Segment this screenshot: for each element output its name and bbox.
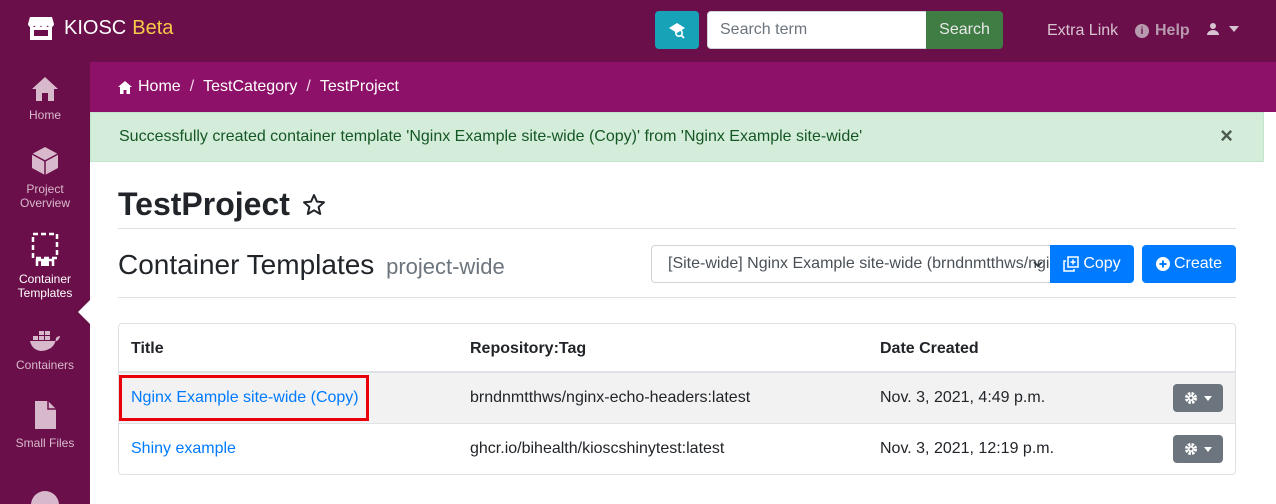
advanced-search-icon [669, 23, 685, 39]
template-title-link[interactable]: Nginx Example site-wide (Copy) [131, 389, 359, 407]
template-title-link[interactable]: Shiny example [131, 440, 236, 458]
sidebar-item-label: Project Overview [19, 182, 70, 210]
table-row: Nginx Example site-wide (Copy) brndnmtth… [119, 373, 1235, 424]
sidebar-item-label: Small Files [15, 436, 75, 450]
home-icon [118, 80, 132, 94]
caret-down-icon [1204, 395, 1212, 401]
template-date: Nov. 3, 2021, 12:19 p.m. [880, 440, 1055, 457]
alert-message: Successfully created container template … [119, 128, 863, 145]
sidebar-item-label: Home [28, 108, 61, 122]
breadcrumb-project: TestProject [319, 78, 399, 95]
search-button[interactable]: Search [926, 11, 1003, 49]
section-subtitle: project-wide [386, 254, 505, 279]
close-icon[interactable]: × [1220, 125, 1233, 147]
extra-link[interactable]: Extra Link [1047, 22, 1118, 40]
page-title: TestProject [118, 186, 326, 223]
create-button-label: Create [1173, 255, 1223, 272]
row-actions-button[interactable] [1173, 384, 1223, 412]
caret-down-icon [1204, 446, 1212, 452]
template-repo: brndnmtthws/nginx-echo-headers:latest [470, 389, 751, 406]
copy-button[interactable]: Copy [1050, 245, 1134, 283]
help-label: Help [1155, 22, 1190, 39]
docker-icon [30, 331, 60, 351]
file-icon [35, 401, 56, 429]
cube-icon [31, 147, 59, 175]
gear-icon [1185, 443, 1197, 455]
app-name: KIOSC [64, 16, 127, 39]
home-icon [32, 77, 58, 101]
template-select[interactable]: [Site-wide] Nginx Example site-wide (brn… [651, 245, 1051, 283]
plus-circle-icon [1155, 257, 1170, 271]
divider [118, 228, 1236, 229]
active-indicator [78, 299, 91, 325]
breadcrumb-home[interactable]: Home [138, 78, 181, 96]
copy-button-label: Copy [1083, 255, 1121, 272]
row-actions-button[interactable] [1173, 435, 1223, 463]
create-button[interactable]: Create [1142, 245, 1236, 283]
templates-table: Title Repository:Tag Date Created Nginx … [118, 323, 1236, 475]
template-date: Nov. 3, 2021, 4:49 p.m. [880, 389, 1046, 406]
column-date-created: Date Created [880, 340, 979, 357]
help-link[interactable]: i Help [1135, 22, 1190, 40]
brand[interactable]: KIOSC Beta [28, 14, 173, 42]
info-icon: i [1135, 24, 1149, 38]
sidebar-item-containers[interactable]: Containers [0, 328, 90, 372]
advanced-search-button[interactable] [655, 11, 699, 49]
breadcrumb-category[interactable]: TestCategory [203, 78, 297, 96]
star-icon[interactable] [302, 193, 326, 217]
breadcrumb: Home / TestCategory / TestProject [90, 62, 1276, 112]
breadcrumb-separator: / [189, 78, 195, 95]
sidebar-item-container-templates[interactable]: Container Templates [0, 232, 90, 300]
app-badge: Beta [132, 16, 174, 39]
chevron-down-icon [1033, 261, 1043, 268]
sidebar-item-small-files[interactable]: Small Files [0, 400, 90, 450]
template-repo: ghcr.io/bihealth/kioscshinytest:latest [470, 440, 725, 457]
caret-down-icon [1229, 26, 1239, 32]
column-repository: Repository:Tag [470, 340, 587, 357]
copy-icon [1063, 256, 1080, 272]
section-title: Container Templates project-wide [118, 249, 505, 281]
template-select-value: [Site-wide] Nginx Example site-wide (brn… [668, 255, 1050, 272]
table-row: Shiny example ghcr.io/bihealth/kioscshin… [119, 424, 1235, 474]
table-header: Title Repository:Tag Date Created [119, 324, 1235, 373]
store-icon [28, 17, 54, 40]
breadcrumb-separator: / [306, 78, 311, 95]
divider [118, 297, 1236, 298]
section-title-text: Container Templates [118, 249, 375, 280]
project-title: TestProject [118, 186, 290, 222]
user-menu[interactable] [1206, 22, 1239, 36]
sidebar-item-project-overview[interactable]: Project Overview [0, 146, 90, 210]
sidebar-item-label: Container Templates [17, 272, 73, 300]
user-icon [1207, 23, 1219, 35]
sidebar-item-home[interactable]: Home [0, 76, 90, 122]
search-input[interactable] [707, 11, 927, 49]
gear-icon [1185, 392, 1197, 404]
sidebar-item-label: Containers [15, 358, 75, 372]
sidebar: Home Project Overview Container Template… [0, 62, 91, 504]
column-title: Title [131, 340, 164, 357]
template-icon [31, 232, 59, 266]
success-alert: Successfully created container template … [90, 112, 1264, 162]
top-navbar: KIOSC Beta Search Extra Link i Help [0, 0, 1276, 62]
